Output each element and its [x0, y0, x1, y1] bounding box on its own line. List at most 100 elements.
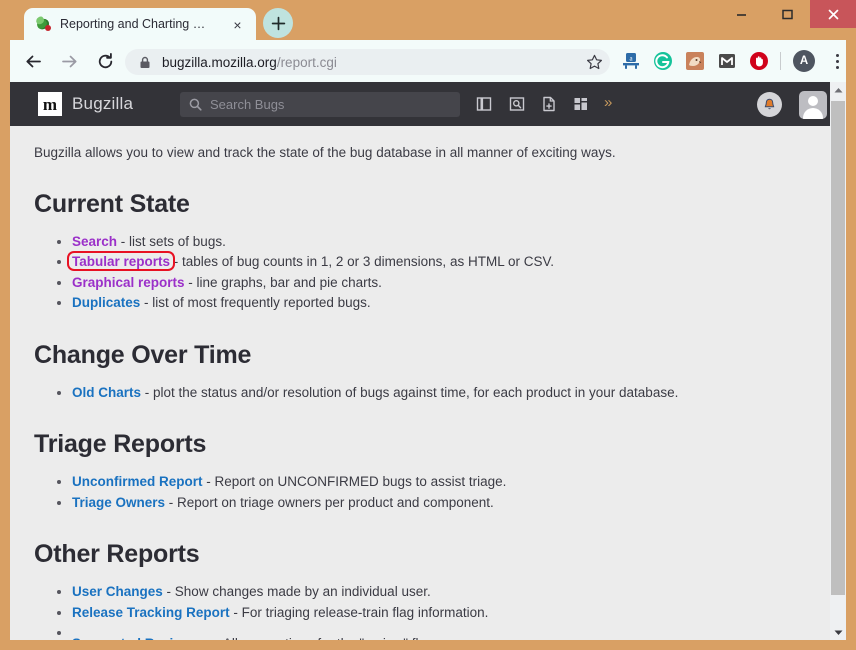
report-link-description: - list of most frequently reported bugs.	[140, 295, 371, 311]
list-item: Triage Owners - Report on triage owners …	[34, 493, 806, 514]
reload-button[interactable]	[93, 49, 117, 73]
report-link[interactable]: Suggested Reviewers	[72, 636, 212, 640]
url-path: /report.cgi	[276, 54, 337, 70]
search-bugs-input[interactable]: Search Bugs	[180, 92, 460, 117]
list-item: Old Charts - plot the status and/or reso…	[34, 383, 806, 404]
site-title[interactable]: Bugzilla	[72, 94, 133, 114]
profile-avatar[interactable]: A	[793, 50, 815, 72]
new-tab-button[interactable]	[263, 8, 293, 38]
maximize-button[interactable]	[764, 0, 810, 28]
report-link-description: - For triaging release-train flag inform…	[229, 604, 489, 620]
report-link-description: - list sets of bugs.	[117, 233, 226, 249]
report-link[interactable]: Old Charts	[72, 385, 141, 400]
bookmark-star-icon[interactable]	[582, 50, 606, 74]
avatar-head	[808, 96, 818, 106]
section-heading: Triage Reports	[34, 430, 207, 459]
scrollbar-thumb[interactable]	[831, 101, 845, 595]
list-item: Suggested Reviewers - All suggestions fo…	[34, 634, 806, 640]
section-heading: Current State	[34, 189, 190, 218]
report-link-list: Unconfirmed Report - Report on UNCONFIRM…	[34, 472, 806, 513]
back-arrow-icon	[25, 55, 41, 67]
report-link[interactable]: Graphical reports	[72, 275, 185, 290]
back-button[interactable]	[21, 49, 45, 73]
notifications-bell-icon[interactable]	[757, 92, 782, 117]
gmail-checker-icon[interactable]	[716, 50, 738, 72]
url-text: bugzilla.mozilla.org/report.cgi	[162, 55, 337, 70]
tab-title: Reporting and Charting Kitchen	[60, 17, 210, 31]
report-sections: Current State Search - list sets of bugs.…	[34, 190, 806, 640]
more-nav-icon[interactable]: »	[604, 93, 612, 113]
dog-extension-icon[interactable]	[684, 50, 706, 72]
minimize-icon	[736, 13, 746, 16]
report-link-description: - line graphs, bar and pie charts.	[184, 274, 382, 290]
forward-button[interactable]	[57, 49, 81, 73]
url-domain: bugzilla.mozilla.org	[162, 54, 277, 70]
report-link[interactable]: User Changes	[72, 584, 163, 599]
report-link[interactable]: Triage Owners	[72, 495, 165, 510]
reload-arrow-icon	[98, 52, 112, 68]
report-link[interactable]: Tabular reports	[72, 254, 170, 269]
list-item: Search - list sets of bugs.	[34, 232, 806, 253]
search-icon	[189, 98, 202, 111]
dashboard-grid-icon[interactable]	[571, 94, 591, 114]
report-link-list: Search - list sets of bugs. Tabular repor…	[34, 232, 806, 314]
list-item: Tabular reports - tables of bug counts i…	[34, 252, 806, 273]
list-item: Unconfirmed Report - Report on UNCONFIRM…	[34, 472, 806, 493]
adblock-icon[interactable]	[748, 50, 770, 72]
section-heading: Change Over Time	[34, 340, 252, 369]
bugzilla-header: m Bugzilla Search Bugs »	[10, 82, 846, 126]
browser-window: Reporting and Charting Kitchen ×	[0, 0, 856, 650]
menu-dot	[835, 59, 839, 63]
report-link-description: - Show changes made by an individual use…	[162, 584, 431, 600]
toolbar-divider	[780, 52, 781, 70]
list-item: Duplicates - list of most frequently rep…	[34, 293, 806, 314]
search-bugs-icon[interactable]	[507, 94, 527, 114]
grammarly-icon[interactable]	[652, 50, 674, 72]
list-item: User Changes - Show changes made by an i…	[34, 582, 806, 603]
report-link[interactable]: Release Tracking Report	[72, 605, 230, 620]
browse-columns-icon[interactable]	[474, 94, 494, 114]
report-link-list: User Changes - Show changes made by an i…	[34, 582, 806, 640]
new-bug-icon[interactable]	[539, 94, 559, 114]
tab-strip: Reporting and Charting Kitchen ×	[0, 0, 856, 40]
window-controls	[718, 0, 856, 28]
section-heading: Other Reports	[34, 540, 200, 569]
vertical-scrollbar[interactable]	[830, 82, 846, 640]
report-link-description: - plot the status and/or resolution of b…	[141, 384, 679, 400]
avatar-body	[803, 108, 823, 119]
report-link-description: - Report on UNCONFIRMED bugs to assist t…	[202, 474, 507, 490]
report-link[interactable]: Unconfirmed Report	[72, 474, 203, 489]
bugzilla-logo[interactable]: m	[38, 92, 62, 116]
list-item: Release Tracking Report - For triaging r…	[34, 603, 806, 624]
browser-menu-button[interactable]	[825, 49, 849, 73]
close-button[interactable]	[810, 0, 856, 28]
chevron-up-icon	[834, 87, 842, 92]
report-link-description: - Report on triage owners per product an…	[165, 494, 494, 510]
address-bar[interactable]: bugzilla.mozilla.org/report.cgi	[125, 49, 610, 75]
intro-paragraph: Bugzilla allows you to view and track th…	[34, 145, 616, 160]
plus-icon	[271, 16, 285, 30]
browser-toolbar: bugzilla.mozilla.org/report.cgi a A	[10, 40, 846, 82]
list-item: Graphical reports - line graphs, bar and…	[34, 273, 806, 294]
minimize-button[interactable]	[718, 0, 764, 28]
user-avatar[interactable]	[799, 91, 827, 119]
report-link[interactable]: Duplicates	[72, 295, 140, 310]
page-viewport: m Bugzilla Search Bugs » Bugzilla allows…	[10, 82, 846, 640]
tab-close-icon[interactable]: ×	[229, 16, 246, 33]
menu-dot	[835, 53, 839, 57]
report-link-description: - All suggestions for the "review" flag.	[212, 636, 437, 640]
lock-icon	[139, 56, 151, 69]
list-spacer	[34, 623, 806, 636]
page-content: Bugzilla allows you to view and track th…	[10, 126, 830, 640]
scroll-up-button[interactable]	[830, 82, 846, 98]
chevron-down-icon	[834, 630, 842, 635]
forward-arrow-icon	[61, 55, 77, 67]
amazon-assistant-icon[interactable]: a	[620, 50, 642, 72]
maximize-icon	[781, 9, 793, 19]
report-link-description: - tables of bug counts in 1, 2 or 3 dime…	[170, 254, 554, 270]
report-link[interactable]: Search	[72, 234, 117, 249]
search-placeholder: Search Bugs	[210, 97, 285, 112]
close-icon	[828, 9, 838, 19]
scroll-down-button[interactable]	[830, 624, 846, 640]
browser-tab[interactable]: Reporting and Charting Kitchen ×	[24, 8, 256, 40]
